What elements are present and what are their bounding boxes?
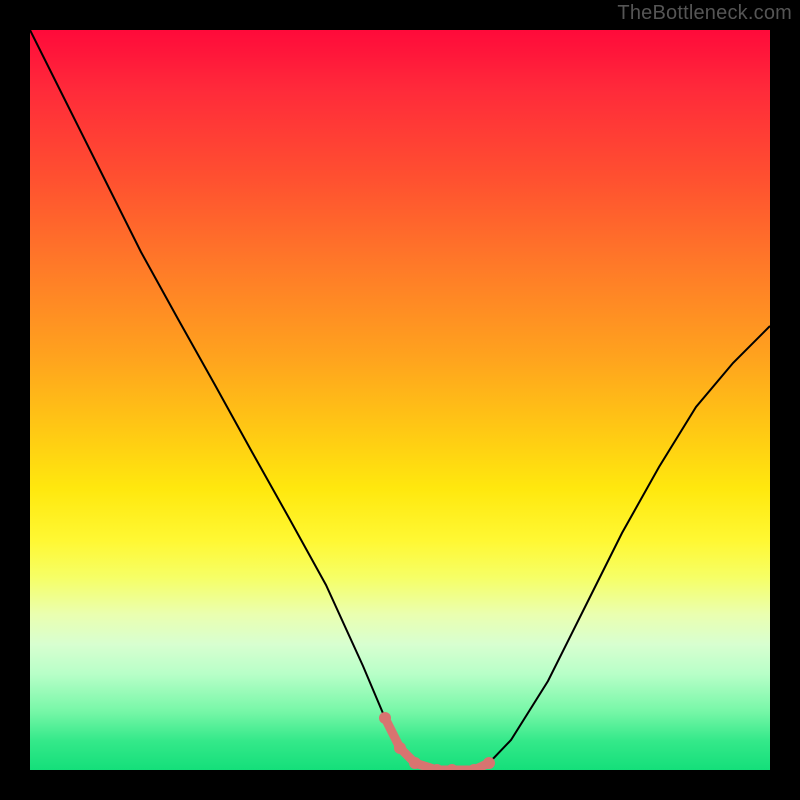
plot-area [30, 30, 770, 770]
watermark-text: TheBottleneck.com [617, 2, 792, 25]
curve-layer [30, 30, 770, 770]
highlight-dot [379, 712, 391, 724]
chart-container: TheBottleneck.com [0, 0, 800, 800]
highlight-dot [446, 764, 458, 770]
highlight-dot [394, 742, 406, 754]
highlight-dot [409, 757, 421, 769]
bottleneck-curve [30, 30, 770, 770]
highlight-dot [483, 757, 495, 769]
